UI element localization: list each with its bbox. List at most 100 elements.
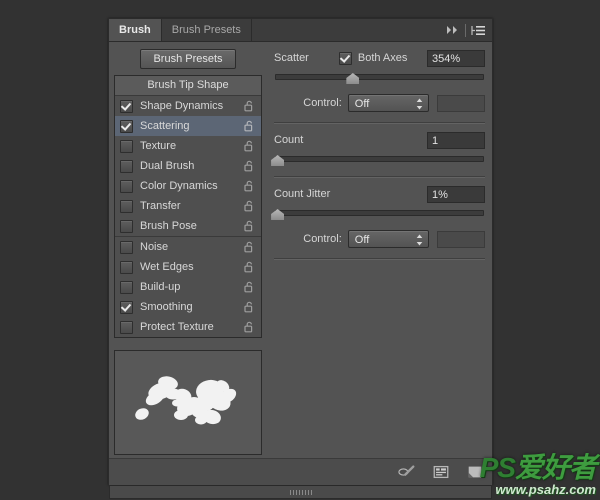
list-item[interactable]: Brush Pose bbox=[115, 216, 261, 237]
scattering-options-column: Scatter Both Axes 354% Control: Off Coun… bbox=[267, 42, 492, 485]
checkbox-brush-pose[interactable] bbox=[120, 219, 133, 233]
scatter-slider-track[interactable] bbox=[275, 74, 484, 80]
brush-tip-shape-header[interactable]: Brush Tip Shape bbox=[115, 76, 261, 96]
tab-brush[interactable]: Brush bbox=[109, 19, 162, 41]
scatter-control-side-field[interactable] bbox=[437, 94, 486, 112]
list-item-label: Brush Pose bbox=[140, 220, 197, 232]
count-slider[interactable] bbox=[271, 153, 484, 167]
list-item-label: Wet Edges bbox=[140, 261, 194, 273]
list-item-label: Texture bbox=[140, 140, 177, 152]
count-jitter-control-select[interactable]: Off bbox=[347, 230, 430, 248]
list-item-label: Dual Brush bbox=[140, 160, 195, 172]
list-item[interactable]: Color Dynamics bbox=[115, 176, 261, 196]
panel-tab-bar: Brush Brush Presets bbox=[109, 19, 492, 42]
lock-open-icon[interactable] bbox=[244, 281, 255, 293]
list-item[interactable]: Wet Edges bbox=[115, 257, 261, 277]
both-axes-label: Both Axes bbox=[357, 52, 408, 64]
toggle-live-tip-brush-preview-icon[interactable] bbox=[398, 464, 416, 480]
checkbox-shape-dynamics[interactable] bbox=[120, 99, 133, 113]
spinner-arrows-icon bbox=[416, 234, 423, 246]
both-axes-toggle[interactable]: Both Axes bbox=[338, 51, 408, 65]
watermark-brand-cn: 爱好者 bbox=[514, 452, 597, 483]
lock-open-icon[interactable] bbox=[244, 321, 255, 333]
scatter-control-select[interactable]: Off bbox=[347, 94, 430, 112]
list-item[interactable]: Transfer bbox=[115, 196, 261, 216]
count-jitter-label: Count Jitter bbox=[274, 188, 331, 200]
checkbox-dual-brush[interactable] bbox=[120, 159, 133, 173]
lock-open-icon[interactable] bbox=[244, 120, 255, 132]
lock-open-icon[interactable] bbox=[244, 100, 255, 112]
section-divider bbox=[274, 122, 485, 124]
scatter-control-value: Off bbox=[354, 98, 370, 110]
count-jitter-slider-track[interactable] bbox=[275, 210, 484, 216]
grip-dots-icon bbox=[289, 489, 312, 495]
checkbox-texture[interactable] bbox=[120, 139, 133, 153]
list-item[interactable]: Texture bbox=[115, 136, 261, 156]
list-item[interactable]: Smoothing bbox=[115, 297, 261, 317]
section-divider bbox=[274, 176, 485, 178]
scatter-slider[interactable] bbox=[275, 71, 484, 85]
lock-open-icon[interactable] bbox=[244, 200, 255, 212]
scatter-value-input[interactable]: 354% bbox=[427, 49, 485, 67]
list-item-label: Scattering bbox=[140, 120, 190, 132]
count-slider-track[interactable] bbox=[275, 156, 484, 162]
checkbox-noise[interactable] bbox=[120, 240, 133, 254]
double-chevron-right-icon bbox=[447, 26, 457, 34]
list-item[interactable]: Noise bbox=[115, 237, 261, 257]
brush-options-column: Brush Presets Brush Tip Shape Shape Dyna… bbox=[109, 42, 267, 485]
brush-stroke-preview-graphic bbox=[115, 351, 261, 454]
brush-options-list: Brush Tip Shape Shape Dynamics Scatterin… bbox=[114, 75, 262, 338]
count-jitter-control-row: Control: Off bbox=[274, 229, 486, 249]
spinner-arrows-icon bbox=[416, 98, 423, 110]
checkbox-build-up[interactable] bbox=[120, 280, 133, 294]
lock-open-icon[interactable] bbox=[244, 140, 255, 152]
list-item[interactable]: Shape Dynamics bbox=[115, 96, 261, 116]
create-new-brush-icon[interactable] bbox=[466, 464, 484, 480]
checkbox-color-dynamics[interactable] bbox=[120, 179, 133, 193]
lock-open-icon[interactable] bbox=[244, 220, 255, 232]
list-item[interactable]: Build-up bbox=[115, 277, 261, 297]
scatter-row: Scatter Both Axes 354% bbox=[274, 47, 485, 69]
count-jitter-control-side-field[interactable] bbox=[437, 230, 486, 248]
header-separator bbox=[465, 23, 466, 37]
preset-button-row: Brush Presets bbox=[109, 42, 267, 75]
checkbox-scattering[interactable] bbox=[120, 119, 133, 133]
brush-stroke-preview bbox=[114, 350, 262, 455]
tab-bar-spacer bbox=[251, 19, 443, 41]
panel-resize-grip[interactable] bbox=[109, 486, 492, 499]
lock-open-icon[interactable] bbox=[244, 180, 255, 192]
lock-open-icon[interactable] bbox=[244, 261, 255, 273]
panel-menu-button[interactable] bbox=[468, 20, 488, 40]
list-item[interactable]: Scattering bbox=[115, 116, 261, 136]
lock-open-icon[interactable] bbox=[244, 301, 255, 313]
count-jitter-control-label: Control: bbox=[303, 233, 342, 245]
brush-presets-button[interactable]: Brush Presets bbox=[140, 49, 236, 69]
list-item[interactable]: Protect Texture bbox=[115, 317, 261, 337]
watermark: PS爱好者 www.psahz.com bbox=[480, 452, 597, 497]
collapse-to-icons-button[interactable] bbox=[443, 20, 463, 40]
checkbox-transfer[interactable] bbox=[120, 199, 133, 213]
list-item-label: Build-up bbox=[140, 281, 181, 293]
brush-panel: Brush Brush Presets Brush Presets Brush … bbox=[108, 18, 493, 499]
list-item-label: Shape Dynamics bbox=[140, 100, 224, 112]
list-item-label: Protect Texture bbox=[140, 321, 214, 333]
scatter-label: Scatter bbox=[274, 52, 309, 64]
count-jitter-slider[interactable] bbox=[271, 207, 484, 221]
checkbox-smoothing[interactable] bbox=[120, 300, 133, 314]
list-item[interactable]: Dual Brush bbox=[115, 156, 261, 176]
count-jitter-row: Count Jitter 1% bbox=[274, 183, 485, 205]
checkbox-wet-edges[interactable] bbox=[120, 260, 133, 274]
count-value-input[interactable]: 1 bbox=[427, 131, 485, 149]
count-label: Count bbox=[274, 134, 304, 146]
checkbox-both-axes[interactable] bbox=[338, 51, 352, 65]
open-preset-manager-icon[interactable] bbox=[432, 464, 450, 480]
lock-open-icon[interactable] bbox=[244, 160, 255, 172]
tab-brush-presets[interactable]: Brush Presets bbox=[161, 19, 252, 41]
panel-body: Brush Presets Brush Tip Shape Shape Dyna… bbox=[109, 42, 492, 499]
lock-open-icon[interactable] bbox=[244, 241, 255, 253]
scatter-control-label: Control: bbox=[303, 97, 342, 109]
checkbox-protect-texture[interactable] bbox=[120, 320, 133, 334]
tab-brush-presets-label: Brush Presets bbox=[171, 24, 241, 36]
count-jitter-value-input[interactable]: 1% bbox=[427, 185, 485, 203]
list-item-label: Transfer bbox=[140, 200, 181, 212]
